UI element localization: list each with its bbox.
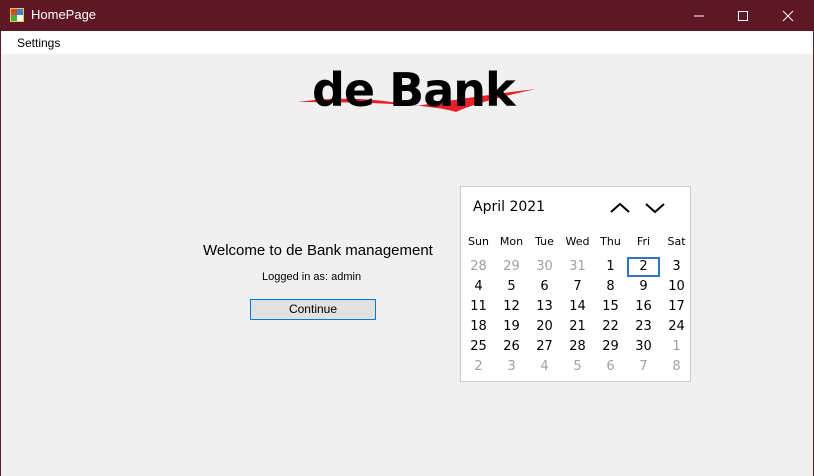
month-calendar[interactable]: April 2021 Sun Mon Tue Wed Thu Fri Sat 28 29 30 3…: [460, 186, 691, 382]
calendar-day[interactable]: 4: [528, 357, 561, 377]
calendar-day[interactable]: 6: [594, 357, 627, 377]
calendar-day[interactable]: 23: [627, 317, 660, 337]
close-button[interactable]: [765, 0, 811, 31]
calendar-day[interactable]: 11: [462, 297, 495, 317]
minimize-icon: [694, 15, 704, 16]
calendar-day[interactable]: 25: [462, 337, 495, 357]
window-border-left: [0, 31, 1, 476]
calendar-day[interactable]: 3: [495, 357, 528, 377]
calendar-day[interactable]: 20: [528, 317, 561, 337]
calendar-day[interactable]: 16: [627, 297, 660, 317]
calendar-day[interactable]: 1: [594, 257, 627, 277]
app-icon: [10, 8, 24, 22]
calendar-day[interactable]: 2: [462, 357, 495, 377]
close-icon: [782, 10, 794, 21]
calendar-day[interactable]: 30: [627, 337, 660, 357]
minimize-button[interactable]: [676, 0, 722, 31]
calendar-day[interactable]: 29: [495, 257, 528, 277]
welcome-heading: Welcome to de Bank management: [203, 242, 433, 259]
calendar-day[interactable]: 7: [561, 277, 594, 297]
de-bank-logo: de Bank: [296, 62, 541, 124]
calendar-day[interactable]: 1: [660, 337, 693, 357]
calendar-day[interactable]: 29: [594, 337, 627, 357]
calendar-day[interactable]: 8: [660, 357, 693, 377]
menu-bar: Settings: [1, 31, 813, 54]
calendar-day[interactable]: 17: [660, 297, 693, 317]
calendar-month-year[interactable]: April 2021: [473, 199, 545, 215]
calendar-day[interactable]: 13: [528, 297, 561, 317]
calendar-day[interactable]: 21: [561, 317, 594, 337]
weekday-header: Fri: [636, 235, 651, 248]
calendar-day[interactable]: 15: [594, 297, 627, 317]
weekday-header: Wed: [565, 235, 590, 248]
calendar-day[interactable]: 7: [627, 357, 660, 377]
calendar-day[interactable]: 8: [594, 277, 627, 297]
calendar-day[interactable]: 27: [528, 337, 561, 357]
weekday-header: Tue: [535, 235, 554, 248]
calendar-day[interactable]: 18: [462, 317, 495, 337]
weekday-header: Sat: [667, 235, 686, 248]
maximize-icon: [738, 10, 748, 21]
weekday-header: Mon: [499, 235, 524, 248]
calendar-day[interactable]: 31: [561, 257, 594, 277]
continue-button[interactable]: Continue: [250, 299, 376, 320]
menu-item-settings[interactable]: Settings: [17, 36, 60, 50]
chevron-up-icon[interactable]: [608, 199, 632, 217]
calendar-day[interactable]: 30: [528, 257, 561, 277]
calendar-day[interactable]: 6: [528, 277, 561, 297]
logo-text: de Bank: [312, 63, 516, 117]
title-bar: HomePage: [0, 0, 814, 31]
calendar-day[interactable]: 5: [561, 357, 594, 377]
calendar-day[interactable]: 3: [660, 257, 693, 277]
window-title: HomePage: [31, 7, 97, 22]
calendar-day[interactable]: 24: [660, 317, 693, 337]
calendar-day[interactable]: 19: [495, 317, 528, 337]
calendar-day[interactable]: 28: [561, 337, 594, 357]
maximize-button[interactable]: [720, 0, 766, 31]
calendar-day[interactable]: 28: [462, 257, 495, 277]
weekday-header: Sun: [468, 235, 489, 248]
calendar-day[interactable]: 14: [561, 297, 594, 317]
calendar-day[interactable]: 10: [660, 277, 693, 297]
weekday-header: Thu: [600, 235, 621, 248]
calendar-day[interactable]: 4: [462, 277, 495, 297]
calendar-day[interactable]: 12: [495, 297, 528, 317]
calendar-day[interactable]: 26: [495, 337, 528, 357]
logged-in-label: Logged in as: admin: [262, 271, 362, 283]
calendar-day[interactable]: 2: [627, 257, 660, 277]
calendar-day[interactable]: 5: [495, 277, 528, 297]
calendar-day[interactable]: 9: [627, 277, 660, 297]
calendar-day[interactable]: 22: [594, 317, 627, 337]
chevron-down-icon[interactable]: [643, 199, 667, 217]
